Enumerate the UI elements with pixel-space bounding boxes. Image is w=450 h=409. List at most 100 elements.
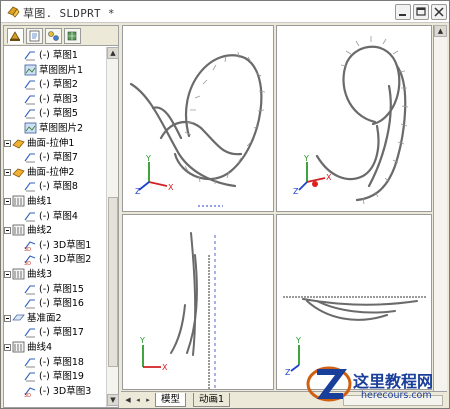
tree-item[interactable]: (-) 草图16 (4, 297, 106, 310)
tree-item-label: (-) 草图8 (39, 181, 78, 193)
tree-item[interactable]: 曲线4 (4, 341, 106, 354)
tree-item-label: (-) 草图19 (39, 371, 84, 383)
tree-item-label: (-) 草图5 (39, 108, 78, 120)
tree-item[interactable]: (-) 草图7 (4, 151, 106, 164)
tree-item-label: (-) 草图16 (39, 298, 84, 310)
tree-item[interactable]: (-) 草图1 (4, 49, 106, 62)
next-tab-button[interactable]: ▸ (143, 394, 153, 406)
scroll-down-arrow[interactable]: ▼ (107, 394, 119, 406)
3d-sketch-icon: 3D (24, 255, 36, 265)
svg-text:3D: 3D (24, 261, 31, 265)
tree-item-label: (-) 3D草图3 (39, 385, 92, 397)
tree-item-label: 曲线1 (27, 196, 53, 207)
tree-item[interactable]: (-) 草图15 (4, 283, 106, 296)
tree-item[interactable]: (-) 草图8 (4, 180, 106, 193)
tab-feature-manager[interactable] (7, 28, 24, 44)
tree-item[interactable]: 草图图片1 (4, 64, 106, 77)
tab-dimxpert[interactable] (64, 28, 81, 44)
viewport-top-left[interactable]: Y X Z (122, 25, 274, 212)
curve-icon (12, 195, 25, 207)
tree-item[interactable]: 3D (-) 3D草图1 (4, 239, 106, 252)
tree-item[interactable]: 基准面2 (4, 312, 106, 325)
property-manager-icon (29, 30, 40, 42)
first-tab-button[interactable]: ◀ (123, 394, 133, 406)
tree-expander-icon[interactable] (4, 139, 11, 147)
sketch-icon (24, 109, 35, 119)
tree-item[interactable]: (-) 草图2 (4, 78, 106, 91)
tree-expander-icon[interactable] (4, 344, 11, 351)
sketch-icon (24, 153, 35, 163)
curve-icon (12, 268, 25, 280)
feature-manager-pane: (-) 草图1 草图图片1 (-) 草图2 (-) 草图3 (-) 草图5 草图图片2 曲面… (3, 25, 119, 408)
minimize-button[interactable] (395, 4, 411, 20)
sketch-picture-icon (24, 64, 37, 75)
tree-item[interactable]: (-) 草图5 (4, 107, 106, 120)
close-icon (434, 7, 444, 17)
tree-item[interactable]: (-) 草图17 (4, 326, 106, 339)
tree-item-label: 曲面-拉伸1 (27, 137, 75, 149)
dimxpert-icon (67, 31, 77, 41)
tree-item[interactable]: 3D (-) 3D草图3 (4, 385, 106, 398)
axis-triad-top-left: Y X Z (135, 154, 174, 194)
tree-item-label: 曲面-拉伸2 (27, 166, 75, 178)
axis-triad-bottom-left: Y X (139, 336, 168, 372)
watermark-title: 这里教程网 (353, 372, 434, 391)
sketch-icon (24, 358, 35, 368)
tree-expander-icon[interactable] (4, 198, 11, 205)
viewport-top-right[interactable]: Y X Z (276, 25, 432, 212)
tree-item-label: 草图图片1 (39, 64, 84, 76)
scroll-thumb[interactable] (108, 197, 118, 367)
tree-item-label: 曲线2 (27, 225, 53, 237)
tree-item[interactable]: 曲面-拉伸2 (4, 166, 106, 179)
tree-item[interactable]: 曲线2 (4, 224, 106, 237)
scroll-up-arrow[interactable]: ▲ (107, 47, 119, 59)
sketch-icon (24, 285, 35, 295)
viewport-bottom-left[interactable]: Y X (122, 214, 274, 390)
tree-item[interactable]: (-) 草图4 (4, 210, 106, 223)
tree-item-label: (-) 3D草图1 (39, 239, 92, 251)
tab-property-manager[interactable] (26, 28, 43, 44)
tree-expander-icon[interactable] (4, 271, 11, 278)
tree-item[interactable]: 3D (-) 3D草图2 (4, 253, 106, 266)
sketch-icon (24, 372, 35, 382)
tree-item-label: (-) 草图18 (39, 356, 84, 368)
triad-label-z: Z (293, 187, 299, 194)
scroll-up-arrow[interactable]: ▲ (434, 25, 447, 37)
tree-vertical-scrollbar[interactable]: ▲ ▼ (106, 47, 119, 407)
viewport-vertical-scrollbar[interactable]: ▲ (433, 25, 447, 391)
tree-item[interactable]: (-) 草图19 (4, 370, 106, 383)
tree-expander-icon[interactable] (4, 227, 11, 235)
maximize-icon (416, 7, 426, 16)
triad-label-y: Y (145, 154, 151, 163)
tree-item-label: 草图图片2 (39, 123, 84, 134)
triad-label-y: Y (139, 336, 145, 345)
tab-motion[interactable]: 动画1 (193, 393, 231, 407)
tab-configuration-manager[interactable] (45, 28, 62, 44)
sketch-icon (24, 80, 35, 90)
part-document-icon (7, 6, 20, 18)
tree-expander-icon[interactable] (4, 168, 11, 176)
maximize-button[interactable] (413, 4, 429, 20)
tree-item-label: (-) 草图17 (39, 327, 84, 339)
window-title: 草图. SLDPRT * (23, 7, 115, 20)
tree-item[interactable]: (-) 草图18 (4, 356, 106, 369)
tree-item[interactable]: 草图图片2 (4, 122, 106, 135)
tab-model[interactable]: 模型 (155, 393, 187, 407)
sketch-picture-icon (24, 122, 37, 134)
curve-icon (12, 341, 25, 353)
tree-expander-icon[interactable] (4, 314, 11, 322)
sketch-icon (24, 51, 35, 61)
axis-triad-top-right: Y X Z (293, 154, 332, 194)
title-bar: 草图. SLDPRT * (1, 1, 449, 23)
sketch-icon (24, 328, 35, 338)
close-button[interactable] (431, 4, 447, 20)
tree-item[interactable]: 曲线1 (4, 195, 106, 208)
tree-item[interactable]: (-) 草图3 (4, 93, 106, 106)
tree-item[interactable]: 曲面-拉伸1 (4, 137, 106, 150)
triad-label-y: Y (295, 336, 301, 345)
tree-item[interactable]: 曲线3 (4, 268, 106, 281)
prev-tab-button[interactable]: ◂ (133, 394, 143, 406)
tree-item-label: (-) 草图1 (39, 50, 78, 61)
site-watermark: 这里教程网 herecours.com (299, 356, 449, 408)
solidworks-window: 草图. SLDPRT * (-) 草图1 草图图片1 (-) 草图2 (-) 草… (0, 0, 450, 409)
